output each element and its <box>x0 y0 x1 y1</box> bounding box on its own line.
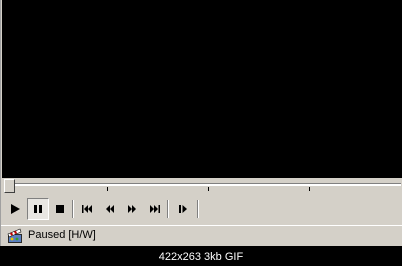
clapperboard-icon <box>7 228 22 243</box>
play-button[interactable] <box>4 198 26 220</box>
image-frame: Paused [H/W] 422x263 3kb GIF <box>0 0 402 266</box>
status-text: Paused [H/W] <box>28 229 96 241</box>
frame-step-button[interactable] <box>172 198 194 220</box>
toolbar-separator <box>72 200 74 218</box>
pause-icon <box>34 205 42 213</box>
seek-tick <box>309 187 310 191</box>
media-player-window: Paused [H/W] <box>0 0 402 246</box>
playback-toolbar <box>1 196 402 222</box>
fast-forward-icon <box>128 205 136 213</box>
seek-tick <box>107 187 108 191</box>
toolbar-separator <box>197 200 199 218</box>
skip-back-icon <box>82 205 92 213</box>
stop-icon <box>56 205 64 213</box>
seek-bar[interactable] <box>1 178 402 195</box>
stop-button[interactable] <box>49 198 71 220</box>
seek-thumb[interactable] <box>4 179 15 193</box>
seek-track[interactable] <box>5 183 401 186</box>
fast-forward-button[interactable] <box>121 198 143 220</box>
rewind-button[interactable] <box>99 198 121 220</box>
previous-button[interactable] <box>77 198 99 220</box>
rewind-icon <box>106 205 114 213</box>
image-caption: 422x263 3kb GIF <box>158 251 244 263</box>
toolbar-separator <box>167 200 169 218</box>
video-area[interactable] <box>2 0 402 178</box>
next-button[interactable] <box>143 198 165 220</box>
seek-tick <box>208 187 209 191</box>
status-bar: Paused [H/W] <box>1 225 402 246</box>
frame-step-icon <box>179 205 187 213</box>
play-icon <box>11 204 20 214</box>
skip-forward-icon <box>150 205 160 213</box>
pause-button[interactable] <box>27 198 49 220</box>
